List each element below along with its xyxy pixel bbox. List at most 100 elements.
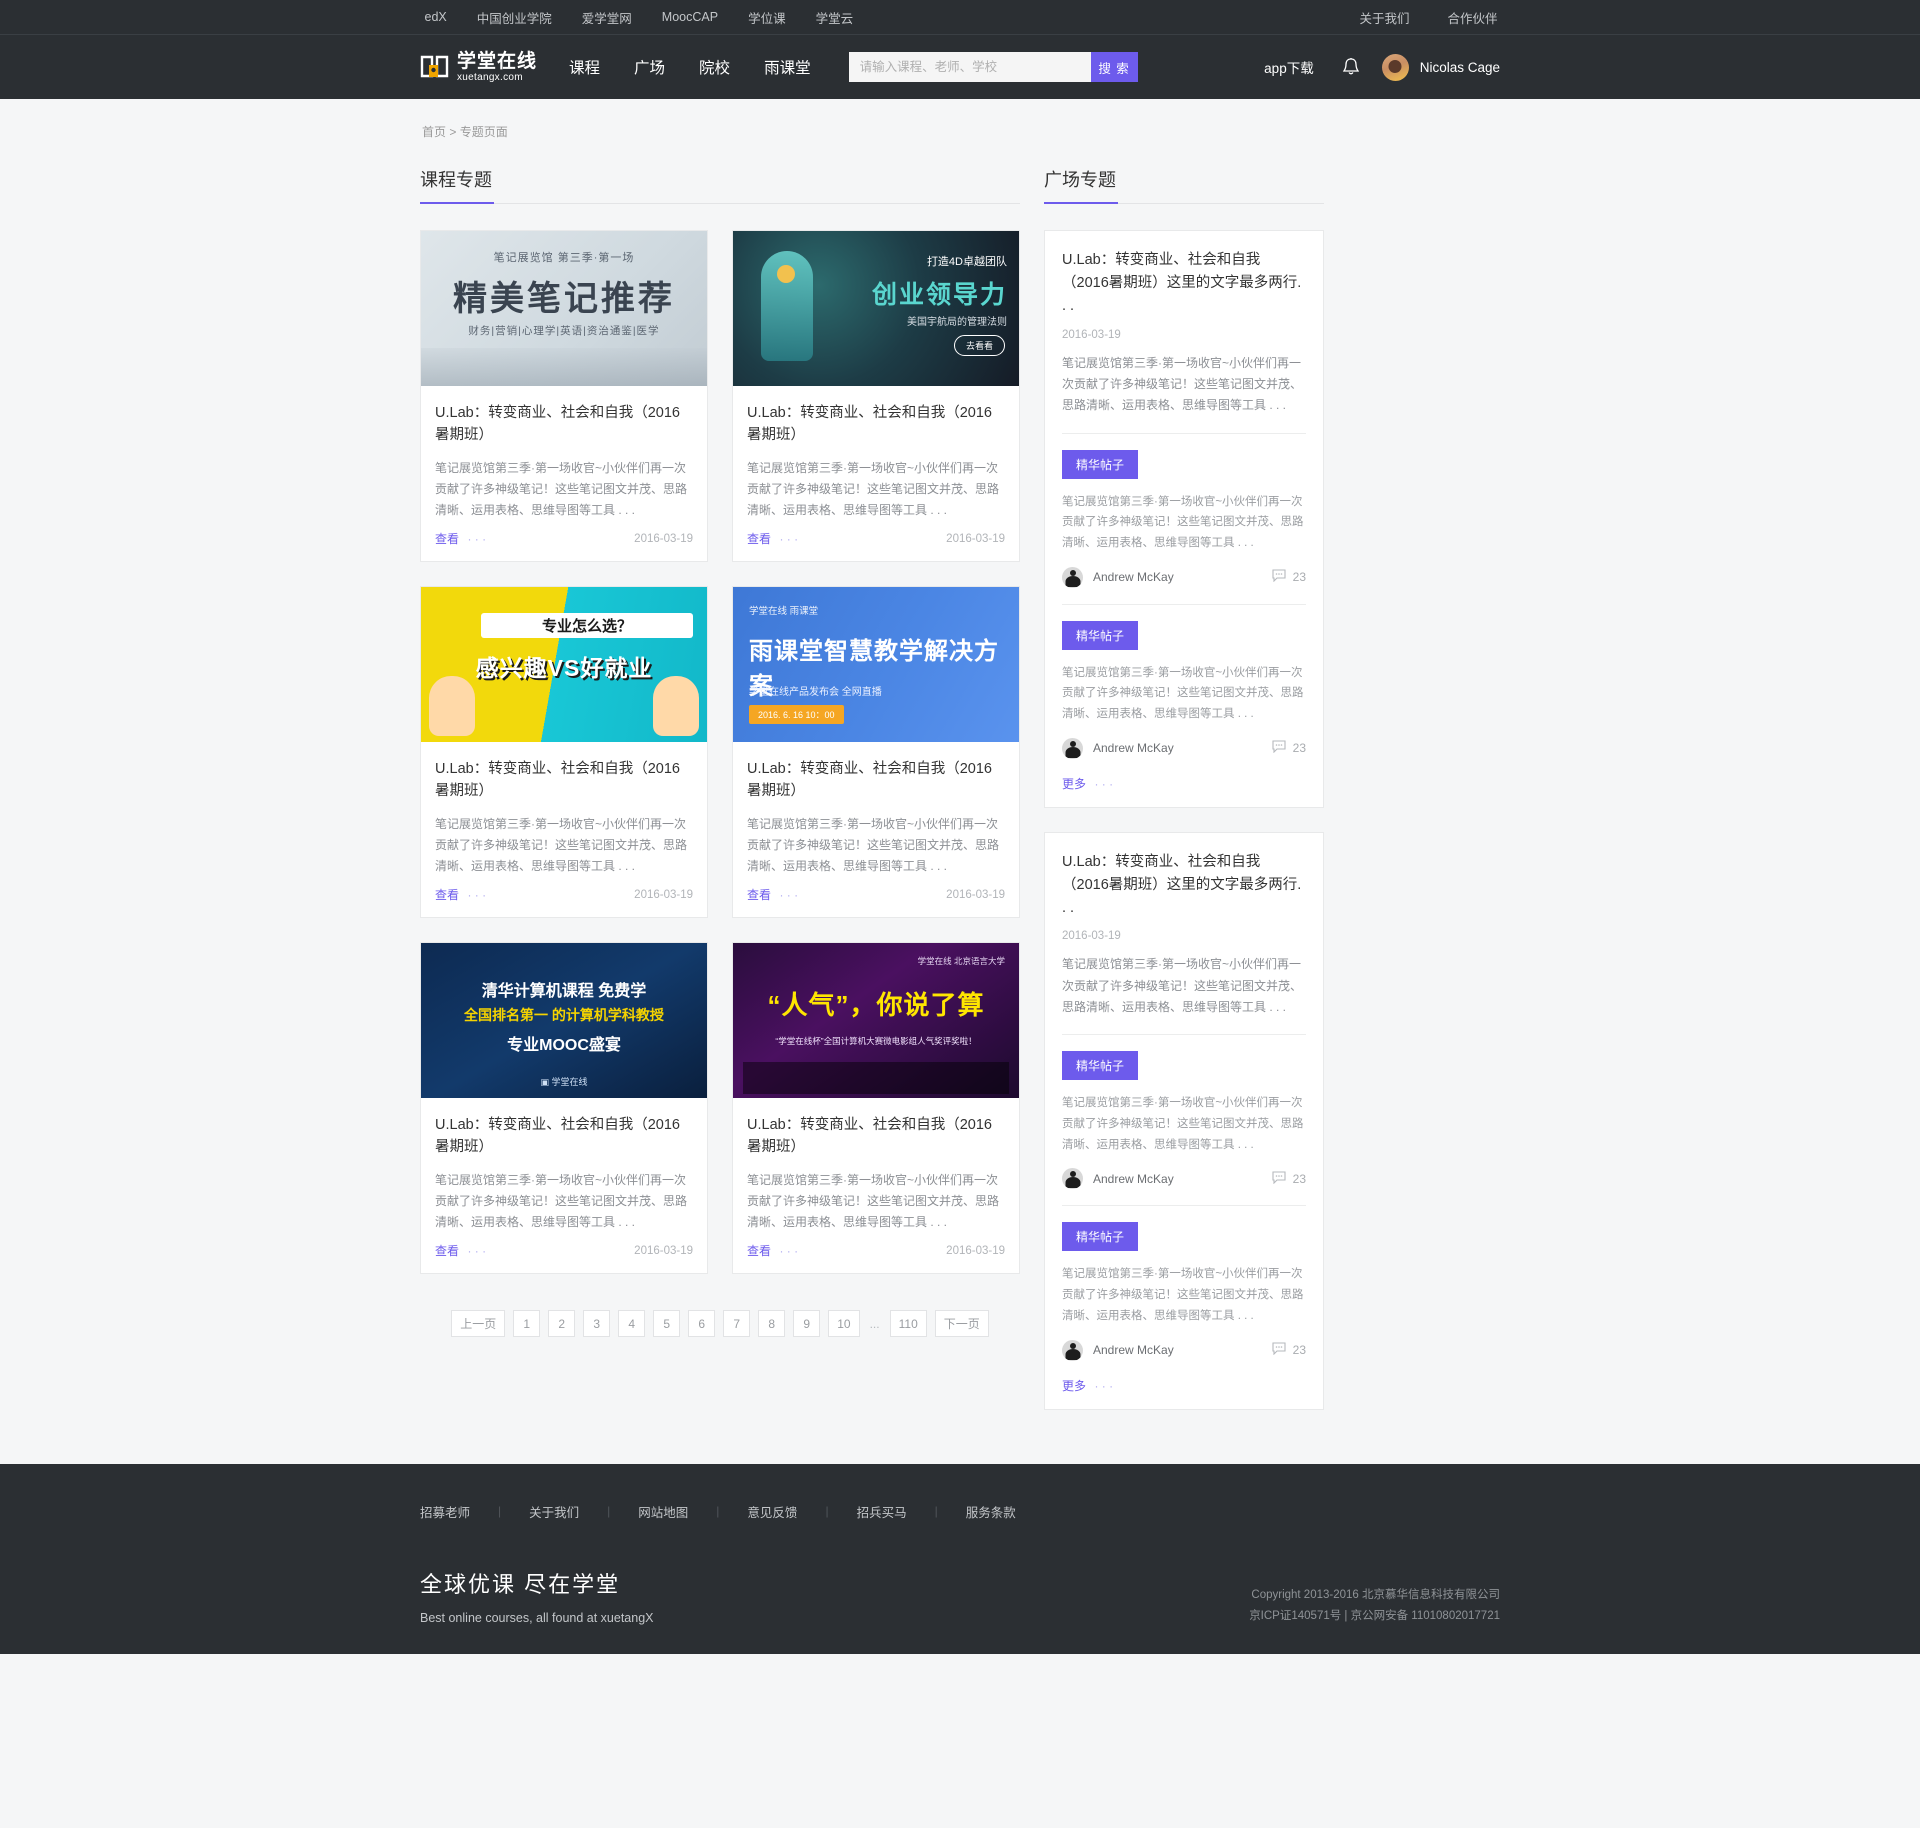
course-card[interactable]: 学堂在线 北京语言大学 “人气”，你说了算 “学堂在线杯”全国计算机大赛微电影组…: [732, 942, 1020, 1274]
thumb-kicker: 清华计算机课程 免费学: [481, 983, 647, 1000]
course-thumbnail[interactable]: 打造4D卓越团队 创业领导力 美国宇航局的管理法则 去看看: [733, 231, 1019, 386]
plaza-panel-title: U.Lab：转变商业、社会和自我（2016暑期班）这里的文字最多两行. . .: [1062, 853, 1302, 917]
course-card-view-dots: · · ·: [467, 888, 487, 902]
site-footer: 招募老师 | 关于我们 | 网站地图 | 意见反馈 | 招兵买马 | 服务条款 …: [0, 1463, 1920, 1655]
username-label[interactable]: Nicolas Cage: [1420, 60, 1500, 75]
plaza-panel-more-link[interactable]: 更多: [1062, 775, 1086, 792]
bell-icon[interactable]: [1342, 57, 1360, 77]
footer-link-about-us[interactable]: 关于我们: [529, 1502, 579, 1521]
topbar-link-partners[interactable]: 合作伙伴: [1447, 8, 1497, 27]
thumb-logo-mark: ▣ 学堂在线: [540, 1077, 588, 1087]
course-card[interactable]: 清华计算机课程 免费学 全国排名第一 的计算机学科教授 专业MOOC盛宴 ▣ 学…: [420, 942, 708, 1274]
pagination-next[interactable]: 下一页: [934, 1310, 989, 1337]
topbar-link-mooccap[interactable]: MoocCAP: [662, 10, 718, 24]
pagination-page-8[interactable]: 8: [758, 1310, 786, 1337]
course-card-title: U.Lab：转变商业、社会和自我（2016暑期班）: [747, 405, 992, 444]
topbar-link-about-us[interactable]: 关于我们: [1359, 8, 1409, 27]
post-badge: 精华帖子: [1062, 620, 1139, 650]
pagination-page-6[interactable]: 6: [688, 1310, 716, 1337]
site-logo[interactable]: 学堂在线 xuetangx.com: [420, 52, 537, 83]
pagination-page-1[interactable]: 1: [513, 1310, 541, 1337]
course-thumbnail[interactable]: 清华计算机课程 免费学 全国排名第一 的计算机学科教授 专业MOOC盛宴 ▣ 学…: [421, 943, 707, 1098]
search-input[interactable]: [848, 52, 1091, 82]
post-author[interactable]: Andrew McKay: [1093, 570, 1174, 584]
footer-link-jobs[interactable]: 招兵买马: [857, 1502, 907, 1521]
course-card-view-link[interactable]: 查看: [747, 532, 771, 546]
plaza-panel-more-dots: · · ·: [1094, 776, 1114, 791]
nav-item-schools[interactable]: 院校: [699, 56, 730, 78]
logo-text-cn: 学堂在线: [457, 50, 538, 72]
nav-item-rainclass[interactable]: 雨课堂: [764, 56, 811, 78]
comment-icon: [1272, 740, 1293, 756]
thumb-subtitle: “学堂在线杯”全国计算机大赛微电影组人气奖评奖啦！: [775, 1036, 977, 1046]
course-thumbnail[interactable]: 专业怎么选？ 感兴趣VS好就业: [421, 587, 707, 742]
plaza-post-item[interactable]: 精华帖子 笔记展览馆第三季·第一场收官~小伙伴们再一次贡献了许多神级笔记！这些笔…: [1062, 432, 1306, 588]
thumb-kicker: 学堂在线 北京语言大学: [917, 956, 1005, 966]
app-download-link[interactable]: app下载: [1264, 57, 1314, 77]
plaza-post-item[interactable]: 精华帖子 笔记展览馆第三季·第一场收官~小伙伴们再一次贡献了许多神级笔记！这些笔…: [1062, 603, 1306, 759]
search-button[interactable]: 搜 索: [1090, 52, 1138, 82]
site-header: 学堂在线 xuetangx.com 课程 广场 院校 雨课堂 搜 索 app下载: [0, 34, 1920, 99]
course-card-view-link[interactable]: 查看: [435, 1244, 459, 1258]
plaza-topic-panel[interactable]: U.Lab：转变商业、社会和自我（2016暑期班）这里的文字最多两行. . . …: [1044, 230, 1324, 808]
course-card[interactable]: 专业怎么选？ 感兴趣VS好就业 U.Lab：转变商业、社会和自我（2016暑期班…: [420, 586, 708, 918]
course-card[interactable]: 打造4D卓越团队 创业领导力 美国宇航局的管理法则 去看看 U.Lab：转变商业…: [732, 230, 1020, 562]
nav-item-courses[interactable]: 课程: [569, 56, 600, 78]
topbar-link-degree[interactable]: 学位课: [748, 8, 786, 27]
course-thumbnail[interactable]: 学堂在线 北京语言大学 “人气”，你说了算 “学堂在线杯”全国计算机大赛微电影组…: [733, 943, 1019, 1098]
pagination-page-2[interactable]: 2: [548, 1310, 576, 1337]
course-card-view-dots: · · ·: [779, 1244, 799, 1258]
footer-separator: |: [825, 1504, 829, 1519]
topbar-link-axuetang[interactable]: 爱学堂网: [582, 8, 632, 27]
post-text: 笔记展览馆第三季·第一场收官~小伙伴们再一次贡献了许多神级笔记！这些笔记图文并茂…: [1062, 1097, 1304, 1151]
post-author[interactable]: Andrew McKay: [1093, 741, 1174, 755]
course-card[interactable]: 学堂在线 雨课堂 雨课堂智慧教学解决方案 学堂在线产品发布会 全网直播 2016…: [732, 586, 1020, 918]
footer-link-feedback[interactable]: 意见反馈: [747, 1502, 797, 1521]
plaza-panel-more-link[interactable]: 更多: [1062, 1377, 1086, 1394]
course-topics-column: 课程专题 笔记展览馆 第三季·第一场 精美笔记推荐 财务|营销|心理学|英语|资…: [420, 166, 1020, 1337]
thumb-cta-button[interactable]: 去看看: [953, 335, 1005, 356]
plaza-post-item[interactable]: 精华帖子 笔记展览馆第三季·第一场收官~小伙伴们再一次贡献了许多神级笔记！这些笔…: [1062, 1034, 1306, 1190]
thumb-kicker: 学堂在线 雨课堂: [749, 606, 819, 617]
avatar[interactable]: [1381, 53, 1409, 81]
breadcrumb-home[interactable]: 首页: [422, 125, 446, 139]
footer-link-sitemap[interactable]: 网站地图: [638, 1502, 688, 1521]
topbar-link-xuetangyun[interactable]: 学堂云: [816, 8, 854, 27]
thumb-headline: 创业领导力: [871, 281, 1007, 309]
footer-separator: |: [716, 1504, 720, 1519]
thumb-subtitle: 美国宇航局的管理法则: [907, 317, 1007, 328]
plaza-topic-panel[interactable]: U.Lab：转变商业、社会和自我（2016暑期班）这里的文字最多两行. . . …: [1044, 831, 1324, 1410]
pagination-page-last[interactable]: 110: [889, 1310, 927, 1337]
pagination-page-10[interactable]: 10: [828, 1310, 860, 1337]
pagination-page-4[interactable]: 4: [618, 1310, 646, 1337]
pagination: 上一页 1 2 3 4 5 6 7 8 9 10 ... 110 下一页: [420, 1310, 1020, 1337]
footer-link-recruit-teachers[interactable]: 招募老师: [420, 1502, 470, 1521]
course-thumbnail[interactable]: 学堂在线 雨课堂 雨课堂智慧教学解决方案 学堂在线产品发布会 全网直播 2016…: [733, 587, 1019, 742]
pagination-page-9[interactable]: 9: [793, 1310, 821, 1337]
course-card[interactable]: 笔记展览馆 第三季·第一场 精美笔记推荐 财务|营销|心理学|英语|资治通鉴|医…: [420, 230, 708, 562]
footer-link-terms[interactable]: 服务条款: [966, 1502, 1016, 1521]
course-card-title: U.Lab：转变商业、社会和自我（2016暑期班）: [435, 405, 680, 444]
post-text: 笔记展览馆第三季·第一场收官~小伙伴们再一次贡献了许多神级笔记！这些笔记图文并茂…: [1062, 495, 1304, 550]
course-thumbnail[interactable]: 笔记展览馆 第三季·第一场 精美笔记推荐 财务|营销|心理学|英语|资治通鉴|医…: [421, 231, 707, 386]
course-card-view-link[interactable]: 查看: [435, 888, 459, 902]
thumb-headline: “人气”，你说了算: [767, 990, 985, 1020]
plaza-post-item[interactable]: 精华帖子 笔记展览馆第三季·第一场收官~小伙伴们再一次贡献了许多神级笔记！这些笔…: [1062, 1205, 1306, 1361]
post-author[interactable]: Andrew McKay: [1093, 1343, 1174, 1357]
course-card-view-link[interactable]: 查看: [435, 532, 459, 546]
course-card-view-link[interactable]: 查看: [747, 888, 771, 902]
pagination-page-7[interactable]: 7: [723, 1310, 751, 1337]
pagination-prev[interactable]: 上一页: [451, 1310, 506, 1337]
course-card-title: U.Lab：转变商业、社会和自我（2016暑期班）: [435, 761, 680, 800]
post-author[interactable]: Andrew McKay: [1093, 1172, 1174, 1186]
topbar-link-edx[interactable]: edX: [425, 10, 447, 24]
pagination-page-3[interactable]: 3: [583, 1310, 611, 1337]
course-card-view-link[interactable]: 查看: [747, 1244, 771, 1258]
topbar-link-entrepreneur-college[interactable]: 中国创业学院: [477, 8, 552, 27]
course-card-date: 2016-03-19: [634, 533, 693, 545]
pagination-page-5[interactable]: 5: [653, 1310, 681, 1337]
comment-icon: [1272, 1171, 1293, 1187]
course-card-date: 2016-03-19: [634, 889, 693, 901]
nav-item-plaza[interactable]: 广场: [634, 56, 665, 78]
comment-count-value: 23: [1292, 741, 1306, 756]
